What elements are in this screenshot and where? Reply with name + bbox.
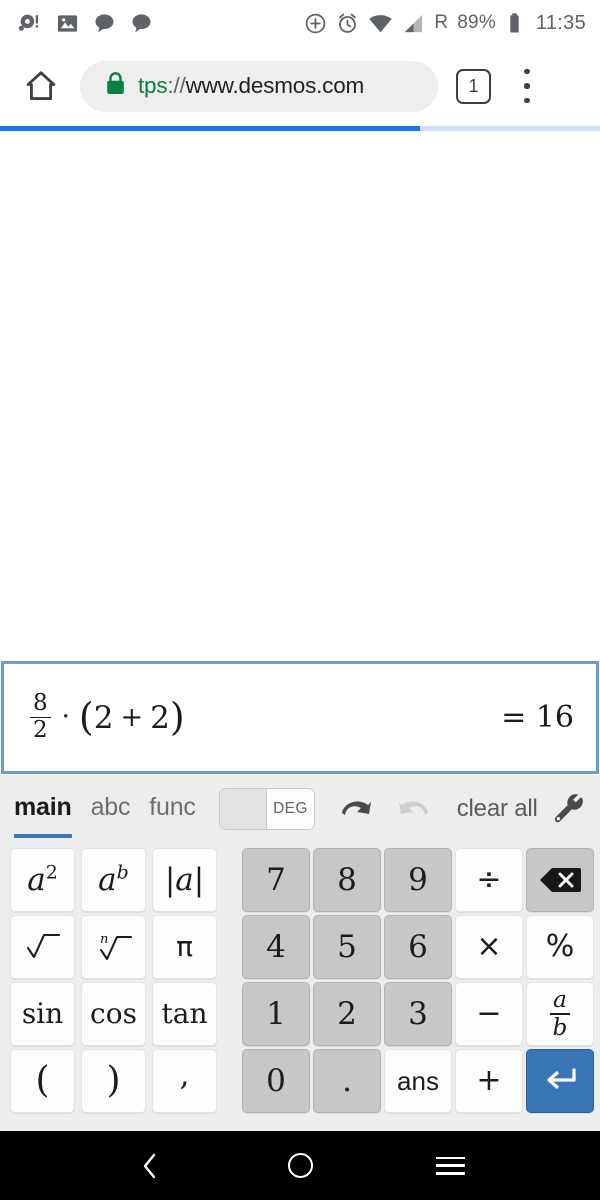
key-fraction[interactable]: ab: [526, 982, 594, 1046]
key-open-paren[interactable]: (: [10, 1049, 75, 1113]
key-sin[interactable]: sin: [10, 982, 75, 1046]
multiplication-dot: ·: [61, 701, 70, 732]
plus-operator: +: [120, 702, 144, 733]
notification-alert-icon: [17, 11, 42, 36]
clear-all-button[interactable]: clear all: [457, 795, 538, 823]
key-decimal[interactable]: .: [313, 1049, 381, 1113]
key-2[interactable]: 2: [313, 982, 381, 1046]
expression-result: = 16: [501, 700, 574, 735]
battery-percent: 89%: [457, 12, 496, 33]
operand-a: 2: [93, 699, 114, 736]
back-chevron-icon[interactable]: [75, 1131, 225, 1200]
key-power[interactable]: ab: [81, 848, 146, 912]
key-7[interactable]: 7: [242, 848, 310, 912]
wrench-icon[interactable]: [550, 791, 586, 827]
cell-signal-icon: [402, 12, 425, 35]
operand-b: 2: [150, 699, 170, 736]
angle-mode-deg[interactable]: DEG: [267, 789, 314, 829]
svg-text:n: n: [100, 932, 108, 947]
status-clock: 11:35: [535, 11, 586, 34]
key-comma[interactable]: ,: [152, 1049, 217, 1113]
key-4[interactable]: 4: [242, 915, 310, 979]
fraction-eight-over-two: 8 2: [30, 690, 51, 744]
lock-icon: [104, 71, 127, 101]
url-separator: ://: [167, 73, 186, 98]
alarm-icon: [336, 12, 359, 35]
angle-mode-rad[interactable]: [219, 789, 268, 829]
key-square[interactable]: a2: [10, 848, 75, 912]
photo-icon: [56, 12, 79, 35]
url-scheme: tps: [138, 73, 168, 98]
home-icon[interactable]: [18, 63, 64, 109]
key-ans[interactable]: ans: [384, 1049, 452, 1113]
redo-arrow-icon: [395, 794, 435, 824]
desmos-graph-area[interactable]: [0, 131, 600, 661]
status-right-icons: R 89% 11:35: [304, 11, 586, 36]
url-host: www.desmos.com: [185, 73, 365, 98]
roaming-indicator: R: [434, 12, 449, 33]
battery-full-icon: [505, 12, 524, 35]
url-text: tps://www.desmos.com: [138, 73, 364, 99]
key-close-paren[interactable]: ): [81, 1049, 146, 1113]
key-minus[interactable]: −: [455, 982, 523, 1046]
fraction-denominator: 2: [33, 717, 48, 744]
browser-toolbar: tps://www.desmos.com 1: [0, 46, 600, 126]
math-expression: 8 2 · ( 2 + 2 ): [30, 690, 185, 744]
key-divide[interactable]: ÷: [455, 848, 523, 912]
tab-abc[interactable]: abc: [91, 793, 131, 825]
tab-counter[interactable]: 1: [456, 68, 491, 104]
key-cos[interactable]: cos: [81, 982, 146, 1046]
key-5[interactable]: 5: [313, 915, 381, 979]
key-percent[interactable]: %: [526, 915, 594, 979]
key-plus[interactable]: +: [455, 1049, 523, 1113]
key-3[interactable]: 3: [384, 982, 452, 1046]
home-circle-icon[interactable]: [225, 1131, 375, 1200]
close-paren: ): [169, 694, 185, 739]
fraction-numerator: 8: [33, 690, 48, 717]
android-nav-bar: [0, 1131, 600, 1200]
wifi-icon: [368, 11, 393, 36]
desmos-keypad: main abc func DEG clear all a2 ab |a| n π sin…: [0, 775, 600, 1131]
status-left-icons: [17, 11, 153, 36]
recents-menu-icon[interactable]: [375, 1131, 525, 1200]
kebab-menu-icon[interactable]: [512, 69, 542, 103]
key-0[interactable]: 0: [242, 1049, 310, 1113]
angle-mode-toggle[interactable]: DEG: [218, 788, 315, 830]
key-enter[interactable]: [526, 1049, 594, 1113]
key-8[interactable]: 8: [313, 848, 381, 912]
expression-row-1[interactable]: 8 2 · ( 2 + 2 ) = 16: [1, 661, 599, 774]
key-6[interactable]: 6: [384, 915, 452, 979]
key-backspace[interactable]: [526, 848, 594, 912]
key-multiply[interactable]: ×: [455, 915, 523, 979]
tab-func[interactable]: func: [149, 793, 196, 825]
open-paren: (: [78, 694, 94, 739]
keypad-grid: a2 ab |a| n π sin cos tan(), 7 8 9 ÷ 4 5 6 ×% 1 2 3− a b 0. an…: [0, 843, 600, 1131]
phone-screen: R 89% 11:35 tps://www.desmos.com 1 8 2 ·…: [0, 0, 600, 1200]
message-bubble-icon: [93, 12, 116, 35]
key-1[interactable]: 1: [242, 982, 310, 1046]
undo-arrow-icon[interactable]: [335, 794, 375, 824]
message-bubble-icon: [130, 12, 153, 35]
data-saver-icon: [304, 12, 327, 35]
keypad-toolbar: main abc func DEG clear all: [0, 775, 600, 843]
expression-list: 8 2 · ( 2 + 2 ) = 16: [0, 661, 600, 775]
key-nth-root[interactable]: n: [81, 915, 146, 979]
key-absolute[interactable]: |a|: [152, 848, 217, 912]
android-status-bar: R 89% 11:35: [0, 0, 600, 46]
address-bar[interactable]: tps://www.desmos.com: [80, 60, 438, 112]
key-9[interactable]: 9: [384, 848, 452, 912]
tab-main[interactable]: main: [14, 793, 72, 838]
key-pi[interactable]: π: [152, 915, 217, 979]
key-sqrt[interactable]: [10, 915, 75, 979]
key-tan[interactable]: tan: [152, 982, 217, 1046]
